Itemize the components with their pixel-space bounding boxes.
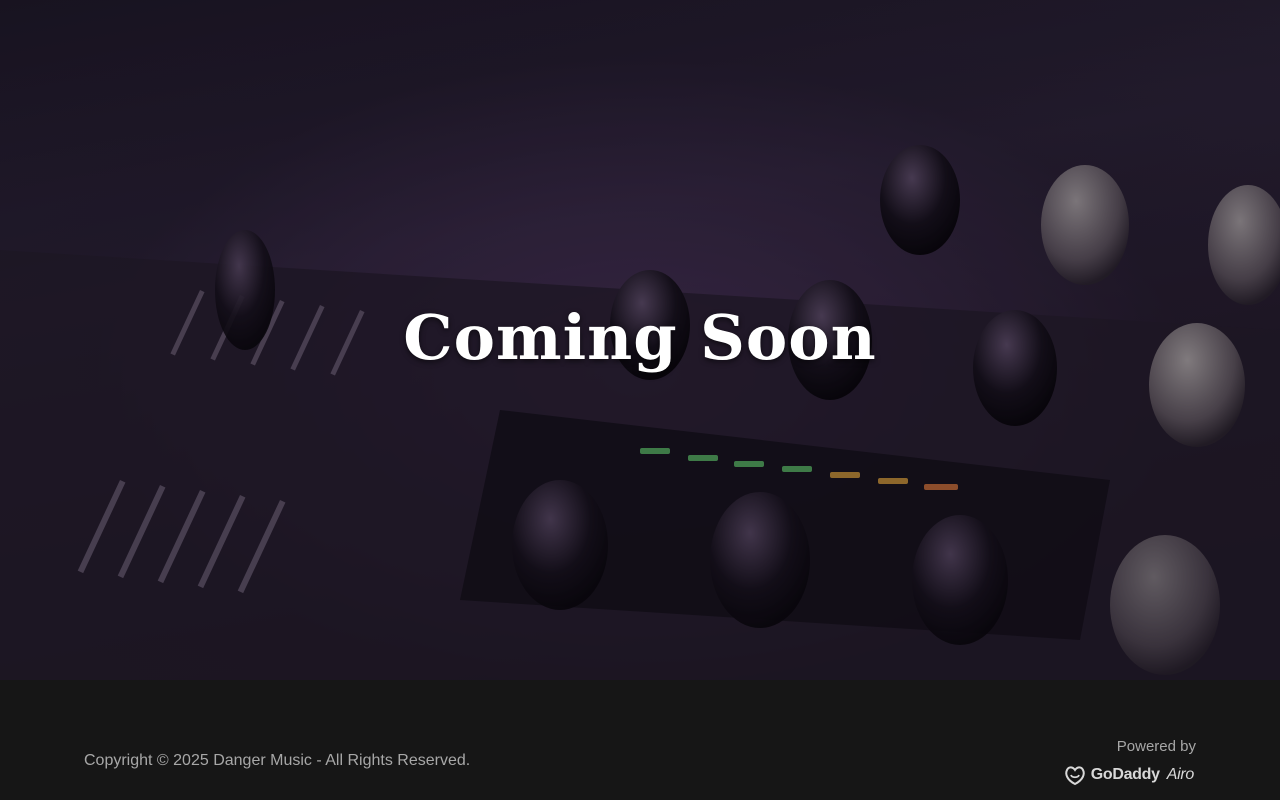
brand-name: GoDaddy bbox=[1090, 766, 1160, 783]
copyright-text: Copyright © 2025 Danger Music - All Righ… bbox=[84, 752, 471, 769]
hero-section: Coming Soon bbox=[0, 0, 1280, 680]
powered-by-label: Powered by bbox=[1116, 738, 1196, 755]
footer: Copyright © 2025 Danger Music - All Righ… bbox=[0, 680, 1280, 800]
godaddy-logo-icon bbox=[1064, 766, 1085, 786]
coming-soon-title: Coming Soon bbox=[403, 301, 877, 374]
brand-product: Airo bbox=[1166, 766, 1195, 783]
godaddy-airo-link[interactable]: GoDaddy Airo bbox=[1063, 764, 1194, 786]
